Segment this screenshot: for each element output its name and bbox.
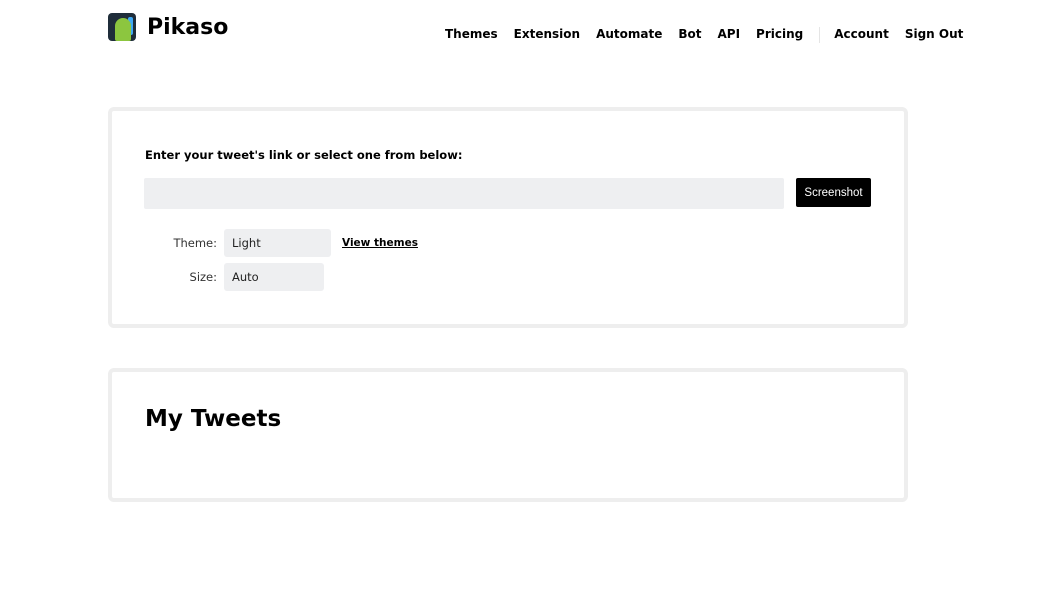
- nav-extension[interactable]: Extension: [514, 27, 580, 43]
- size-select[interactable]: Auto: [224, 263, 324, 291]
- nav-account[interactable]: Account: [834, 27, 889, 43]
- my-tweets-title: My Tweets: [145, 406, 282, 432]
- nav-themes[interactable]: Themes: [445, 27, 498, 43]
- view-themes-link[interactable]: View themes: [342, 237, 418, 249]
- dinosaur-logo-icon: [108, 13, 136, 41]
- screenshot-button[interactable]: Screenshot: [796, 178, 871, 207]
- theme-select[interactable]: Light: [224, 229, 331, 257]
- nav-bot[interactable]: Bot: [678, 27, 701, 43]
- brand-name: Pikaso: [147, 14, 229, 40]
- theme-label: Theme:: [173, 236, 217, 250]
- top-nav: Themes Extension Automate Bot API Pricin…: [445, 27, 979, 43]
- size-value: Auto: [232, 270, 259, 284]
- nav-pricing[interactable]: Pricing: [756, 27, 803, 43]
- nav-divider: [819, 27, 821, 43]
- size-label: Size:: [189, 270, 217, 284]
- my-tweets-card: My Tweets: [108, 368, 908, 502]
- screenshot-form-card: Enter your tweet's link or select one fr…: [108, 107, 908, 328]
- nav-api[interactable]: API: [718, 27, 741, 43]
- logo[interactable]: Pikaso: [108, 13, 228, 41]
- tweet-link-label: Enter your tweet's link or select one fr…: [145, 148, 463, 162]
- nav-automate[interactable]: Automate: [596, 27, 662, 43]
- nav-sign-out[interactable]: Sign Out: [905, 27, 964, 43]
- tweet-link-input[interactable]: [144, 178, 784, 209]
- theme-value: Light: [232, 236, 261, 250]
